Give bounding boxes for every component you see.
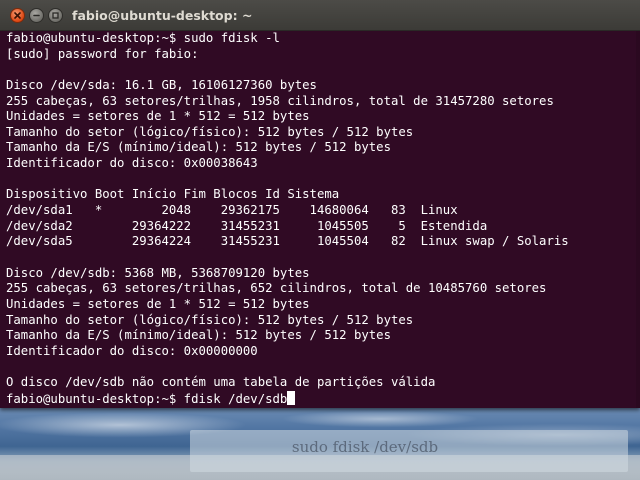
terminal-line: Disco /dev/sda: 16.1 GB, 16106127360 byt… xyxy=(6,77,317,92)
terminal-line: Tamanho do setor (lógico/físico): 512 by… xyxy=(6,124,414,139)
minimize-icon xyxy=(33,14,40,17)
terminal-line: 255 cabeças, 63 setores/trilhas, 652 cil… xyxy=(6,281,547,296)
maximize-icon xyxy=(52,12,59,19)
terminal-line: Identificador do disco: 0x00000000 xyxy=(6,343,258,358)
terminal-line: /dev/sda2 29364222 31455231 1045505 5 Es… xyxy=(6,218,488,233)
terminal-line: Disco /dev/sdb: 5368 MB, 5368709120 byte… xyxy=(6,265,310,280)
terminal-line: /dev/sda1 * 2048 29362175 14680064 83 Li… xyxy=(6,203,458,218)
close-icon xyxy=(14,12,21,19)
terminal-line: 255 cabeças, 63 setores/trilhas, 1958 ci… xyxy=(6,93,554,108)
terminal-prompt-text: fabio@ubuntu-desktop:~$ fdisk /dev/sdb xyxy=(6,391,288,406)
terminal-window[interactable]: fabio@ubuntu-desktop: ~ fabio@ubuntu-des… xyxy=(0,0,640,408)
terminal-prompt-line[interactable]: fabio@ubuntu-desktop:~$ fdisk /dev/sdb xyxy=(6,390,569,407)
terminal-line: Unidades = setores de 1 * 512 = 512 byte… xyxy=(6,296,310,311)
terminal-text-area[interactable]: fabio@ubuntu-desktop:~$ sudo fdisk -l [su… xyxy=(0,31,640,408)
terminal-line: /dev/sda5 29364224 31455231 1045504 82 L… xyxy=(6,234,569,249)
terminal-line: Tamanho do setor (lógico/físico): 512 by… xyxy=(6,312,414,327)
wallpaper-caption: sudo fdisk /dev/sdb xyxy=(291,438,439,456)
window-title: fabio@ubuntu-desktop: ~ xyxy=(72,8,253,23)
terminal-line: fabio@ubuntu-desktop:~$ sudo fdisk -l xyxy=(6,31,280,45)
terminal-line: O disco /dev/sdb não contém uma tabela d… xyxy=(6,375,436,390)
maximize-button[interactable] xyxy=(48,8,63,23)
terminal-output: fabio@ubuntu-desktop:~$ sudo fdisk -l [su… xyxy=(6,31,569,406)
terminal-line: Tamanho da E/S (mínimo/ideal): 512 bytes… xyxy=(6,328,391,343)
terminal-line: [sudo] password for fabio: xyxy=(6,46,199,61)
text-cursor xyxy=(287,390,296,405)
close-button[interactable] xyxy=(10,8,25,23)
terminal-line: Unidades = setores de 1 * 512 = 512 byte… xyxy=(6,109,310,124)
minimize-button[interactable] xyxy=(29,8,44,23)
terminal-line: Tamanho da E/S (mínimo/ideal): 512 bytes… xyxy=(6,140,391,155)
desktop: sudo fdisk /dev/sdb fabio@ubuntu-desktop… xyxy=(0,0,640,480)
terminal-line: Dispositivo Boot Início Fim Blocos Id Si… xyxy=(6,187,340,202)
terminal-scrollbar[interactable] xyxy=(636,31,640,408)
window-titlebar[interactable]: fabio@ubuntu-desktop: ~ xyxy=(0,0,640,31)
terminal-line: Identificador do disco: 0x00038643 xyxy=(6,156,258,171)
